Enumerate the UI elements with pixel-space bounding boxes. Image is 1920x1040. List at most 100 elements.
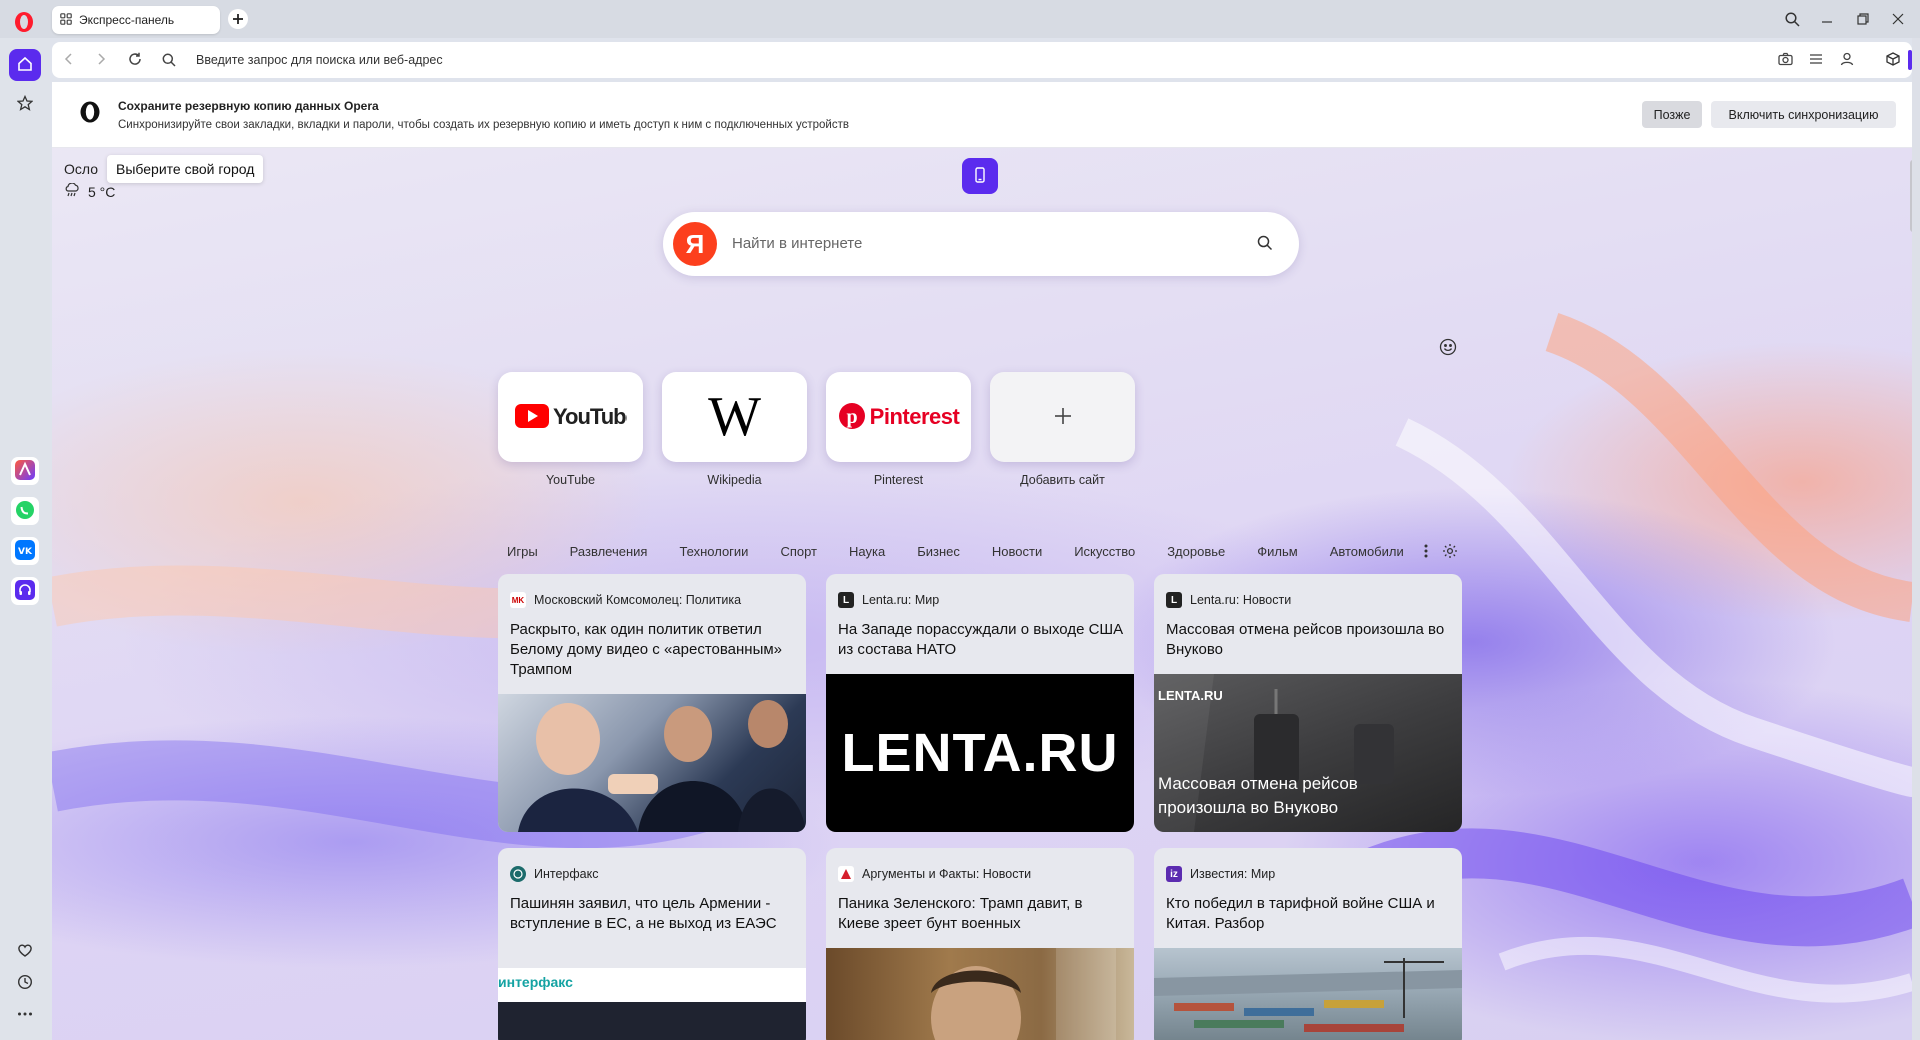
opera-menu-icon[interactable] xyxy=(13,11,35,33)
easy-setup-button[interactable] xyxy=(1807,51,1825,69)
sidebar-item-history[interactable] xyxy=(9,967,41,999)
news-title[interactable]: Массовая отмена рейсов произошла во Внук… xyxy=(1166,620,1456,660)
mk-source-icon: MK xyxy=(510,592,526,608)
wikipedia-tile[interactable]: W xyxy=(662,372,807,462)
news-photo[interactable]: LENTA.RU xyxy=(826,674,1134,832)
reload-button[interactable] xyxy=(126,51,144,69)
sidebar-item-whatsapp[interactable] xyxy=(11,497,39,525)
news-photo[interactable]: LENTA.RU Массовая отмена рейсов произошл… xyxy=(1154,674,1462,832)
image-dark-band xyxy=(498,1002,806,1040)
pinterest-tile[interactable]: p Pinterest xyxy=(826,372,971,462)
source-name: Аргументы и Факты: Новости xyxy=(862,867,1032,881)
new-tab-button[interactable] xyxy=(228,9,248,29)
more-vertical-icon[interactable] xyxy=(1424,544,1428,558)
news-card[interactable]: Аргументы и Факты: Новости Паника Зеленс… xyxy=(826,848,1134,1040)
customize-emoji-button[interactable] xyxy=(1439,338,1461,360)
news-title[interactable]: На Западе порассуждали о выходе США из с… xyxy=(838,620,1128,660)
news-title[interactable]: Раскрыто, как один политик ответил Белом… xyxy=(510,620,800,680)
weather-city[interactable]: Осло xyxy=(64,161,98,177)
speed-dial-wikipedia[interactable]: W Wikipedia xyxy=(662,372,807,487)
sidebar: VK xyxy=(0,38,50,1040)
address-bar: Введите запрос для поиска или веб-адрес xyxy=(52,42,1912,78)
speed-dial-page: Сохраните резервную копию данных Opera С… xyxy=(52,82,1912,1040)
sidebar-item-pinboards[interactable] xyxy=(9,935,41,967)
banner-description: Синхронизируйте свои закладки, вкладки и… xyxy=(118,119,849,131)
news-categories: Игры Развлечения Технологии Спорт Наука … xyxy=(507,540,1458,562)
aria-icon xyxy=(15,459,35,483)
sidebar-item-aria[interactable] xyxy=(11,457,39,485)
tab-speed-dial[interactable]: Экспресс-панель xyxy=(52,6,220,34)
aif-source-icon xyxy=(838,866,854,882)
sidebar-item-bookmarks[interactable] xyxy=(9,88,41,120)
extensions-button[interactable] xyxy=(1884,51,1902,69)
news-source: L Lenta.ru: Новости xyxy=(1166,592,1291,608)
youtube-logo-icon: YouTube xyxy=(514,402,638,433)
search-icon[interactable] xyxy=(1257,235,1275,253)
category-games[interactable]: Игры xyxy=(507,544,538,559)
web-search-box[interactable]: Я Найти в интернете xyxy=(663,212,1299,276)
category-business[interactable]: Бизнес xyxy=(917,544,960,559)
category-cars[interactable]: Автомобили xyxy=(1330,544,1404,559)
category-health[interactable]: Здоровье xyxy=(1167,544,1225,559)
news-card[interactable]: L Lenta.ru: Мир На Западе порассуждали о… xyxy=(826,574,1134,832)
source-name: Московский Комсомолец: Политика xyxy=(534,593,742,607)
news-card[interactable]: iz Известия: Мир Кто победил в тарифной … xyxy=(1154,848,1462,1040)
speed-dial-add-site[interactable]: Добавить сайт xyxy=(990,372,1135,487)
speed-dial-youtube[interactable]: YouTube YouTube xyxy=(498,372,643,487)
wallpaper-switch-button[interactable] xyxy=(962,158,998,194)
sidebar-more-button[interactable] xyxy=(9,999,41,1031)
news-card[interactable]: L Lenta.ru: Новости Массовая отмена рейс… xyxy=(1154,574,1462,832)
title-bar: Экспресс-панель xyxy=(0,0,1920,38)
later-button[interactable]: Позже xyxy=(1642,101,1702,128)
news-card[interactable]: MK Московский Комсомолец: Политика Раскр… xyxy=(498,574,806,832)
youtube-tile[interactable]: YouTube xyxy=(498,372,643,462)
news-photo[interactable] xyxy=(826,948,1134,1040)
category-science[interactable]: Наука xyxy=(849,544,885,559)
news-photo[interactable]: интерфакс xyxy=(498,968,806,1040)
page-scrollbar[interactable] xyxy=(1910,160,1912,232)
category-news[interactable]: Новости xyxy=(992,544,1042,559)
news-photo[interactable] xyxy=(1154,948,1462,1040)
sidebar-item-home[interactable] xyxy=(9,49,41,81)
news-source: Аргументы и Факты: Новости xyxy=(838,866,1031,882)
address-input[interactable]: Введите запрос для поиска или веб-адрес xyxy=(196,53,443,67)
minimize-icon[interactable] xyxy=(1816,8,1838,30)
search-input[interactable]: Найти в интернете xyxy=(732,235,862,252)
news-source: MK Московский Комсомолец: Политика xyxy=(510,592,741,608)
profile-button[interactable] xyxy=(1838,51,1856,69)
speed-dial-pinterest[interactable]: p Pinterest Pinterest xyxy=(826,372,971,487)
enable-sync-button[interactable]: Включить синхронизацию xyxy=(1711,101,1896,128)
news-photo[interactable] xyxy=(498,694,806,832)
news-source: L Lenta.ru: Мир xyxy=(838,592,939,608)
opera-logo-icon xyxy=(79,101,101,123)
news-title[interactable]: Паника Зеленского: Трамп давит, в Киеве … xyxy=(838,894,1128,934)
back-button[interactable] xyxy=(60,51,78,69)
news-card[interactable]: Интерфакс Пашинян заявил, что цель Армен… xyxy=(498,848,806,1040)
rain-cloud-icon xyxy=(64,182,80,200)
sidebar-item-vk[interactable]: VK xyxy=(11,537,39,565)
weather-temperature: 5 °C xyxy=(88,183,116,200)
category-entertainment[interactable]: Развлечения xyxy=(570,544,648,559)
category-art[interactable]: Искусство xyxy=(1074,544,1135,559)
tab-search-icon[interactable] xyxy=(1781,8,1803,30)
news-title[interactable]: Кто победил в тарифной войне США и Китая… xyxy=(1166,894,1456,934)
svg-text:YouTube: YouTube xyxy=(553,404,627,429)
news-title[interactable]: Пашинян заявил, что цель Армении - вступ… xyxy=(510,894,800,934)
category-film[interactable]: Фильм xyxy=(1257,544,1297,559)
pinterest-logo: Pinterest xyxy=(869,404,960,429)
star-icon xyxy=(16,94,34,114)
source-name: Lenta.ru: Новости xyxy=(1190,593,1292,607)
category-technology[interactable]: Технологии xyxy=(679,544,748,559)
close-icon[interactable] xyxy=(1887,8,1909,30)
source-name: Интерфакс xyxy=(534,867,599,881)
snapshot-button[interactable] xyxy=(1776,51,1794,69)
lenta-source-icon: L xyxy=(838,592,854,608)
category-sport[interactable]: Спорт xyxy=(780,544,817,559)
restore-icon[interactable] xyxy=(1852,8,1874,30)
weather-widget[interactable]: 5 °C xyxy=(64,182,116,200)
add-site-tile[interactable] xyxy=(990,372,1135,462)
chevron-left-icon xyxy=(64,52,74,68)
news-settings-gear-icon[interactable] xyxy=(1442,543,1458,559)
sidebar-item-music[interactable] xyxy=(11,577,39,605)
forward-button[interactable] xyxy=(92,51,110,69)
